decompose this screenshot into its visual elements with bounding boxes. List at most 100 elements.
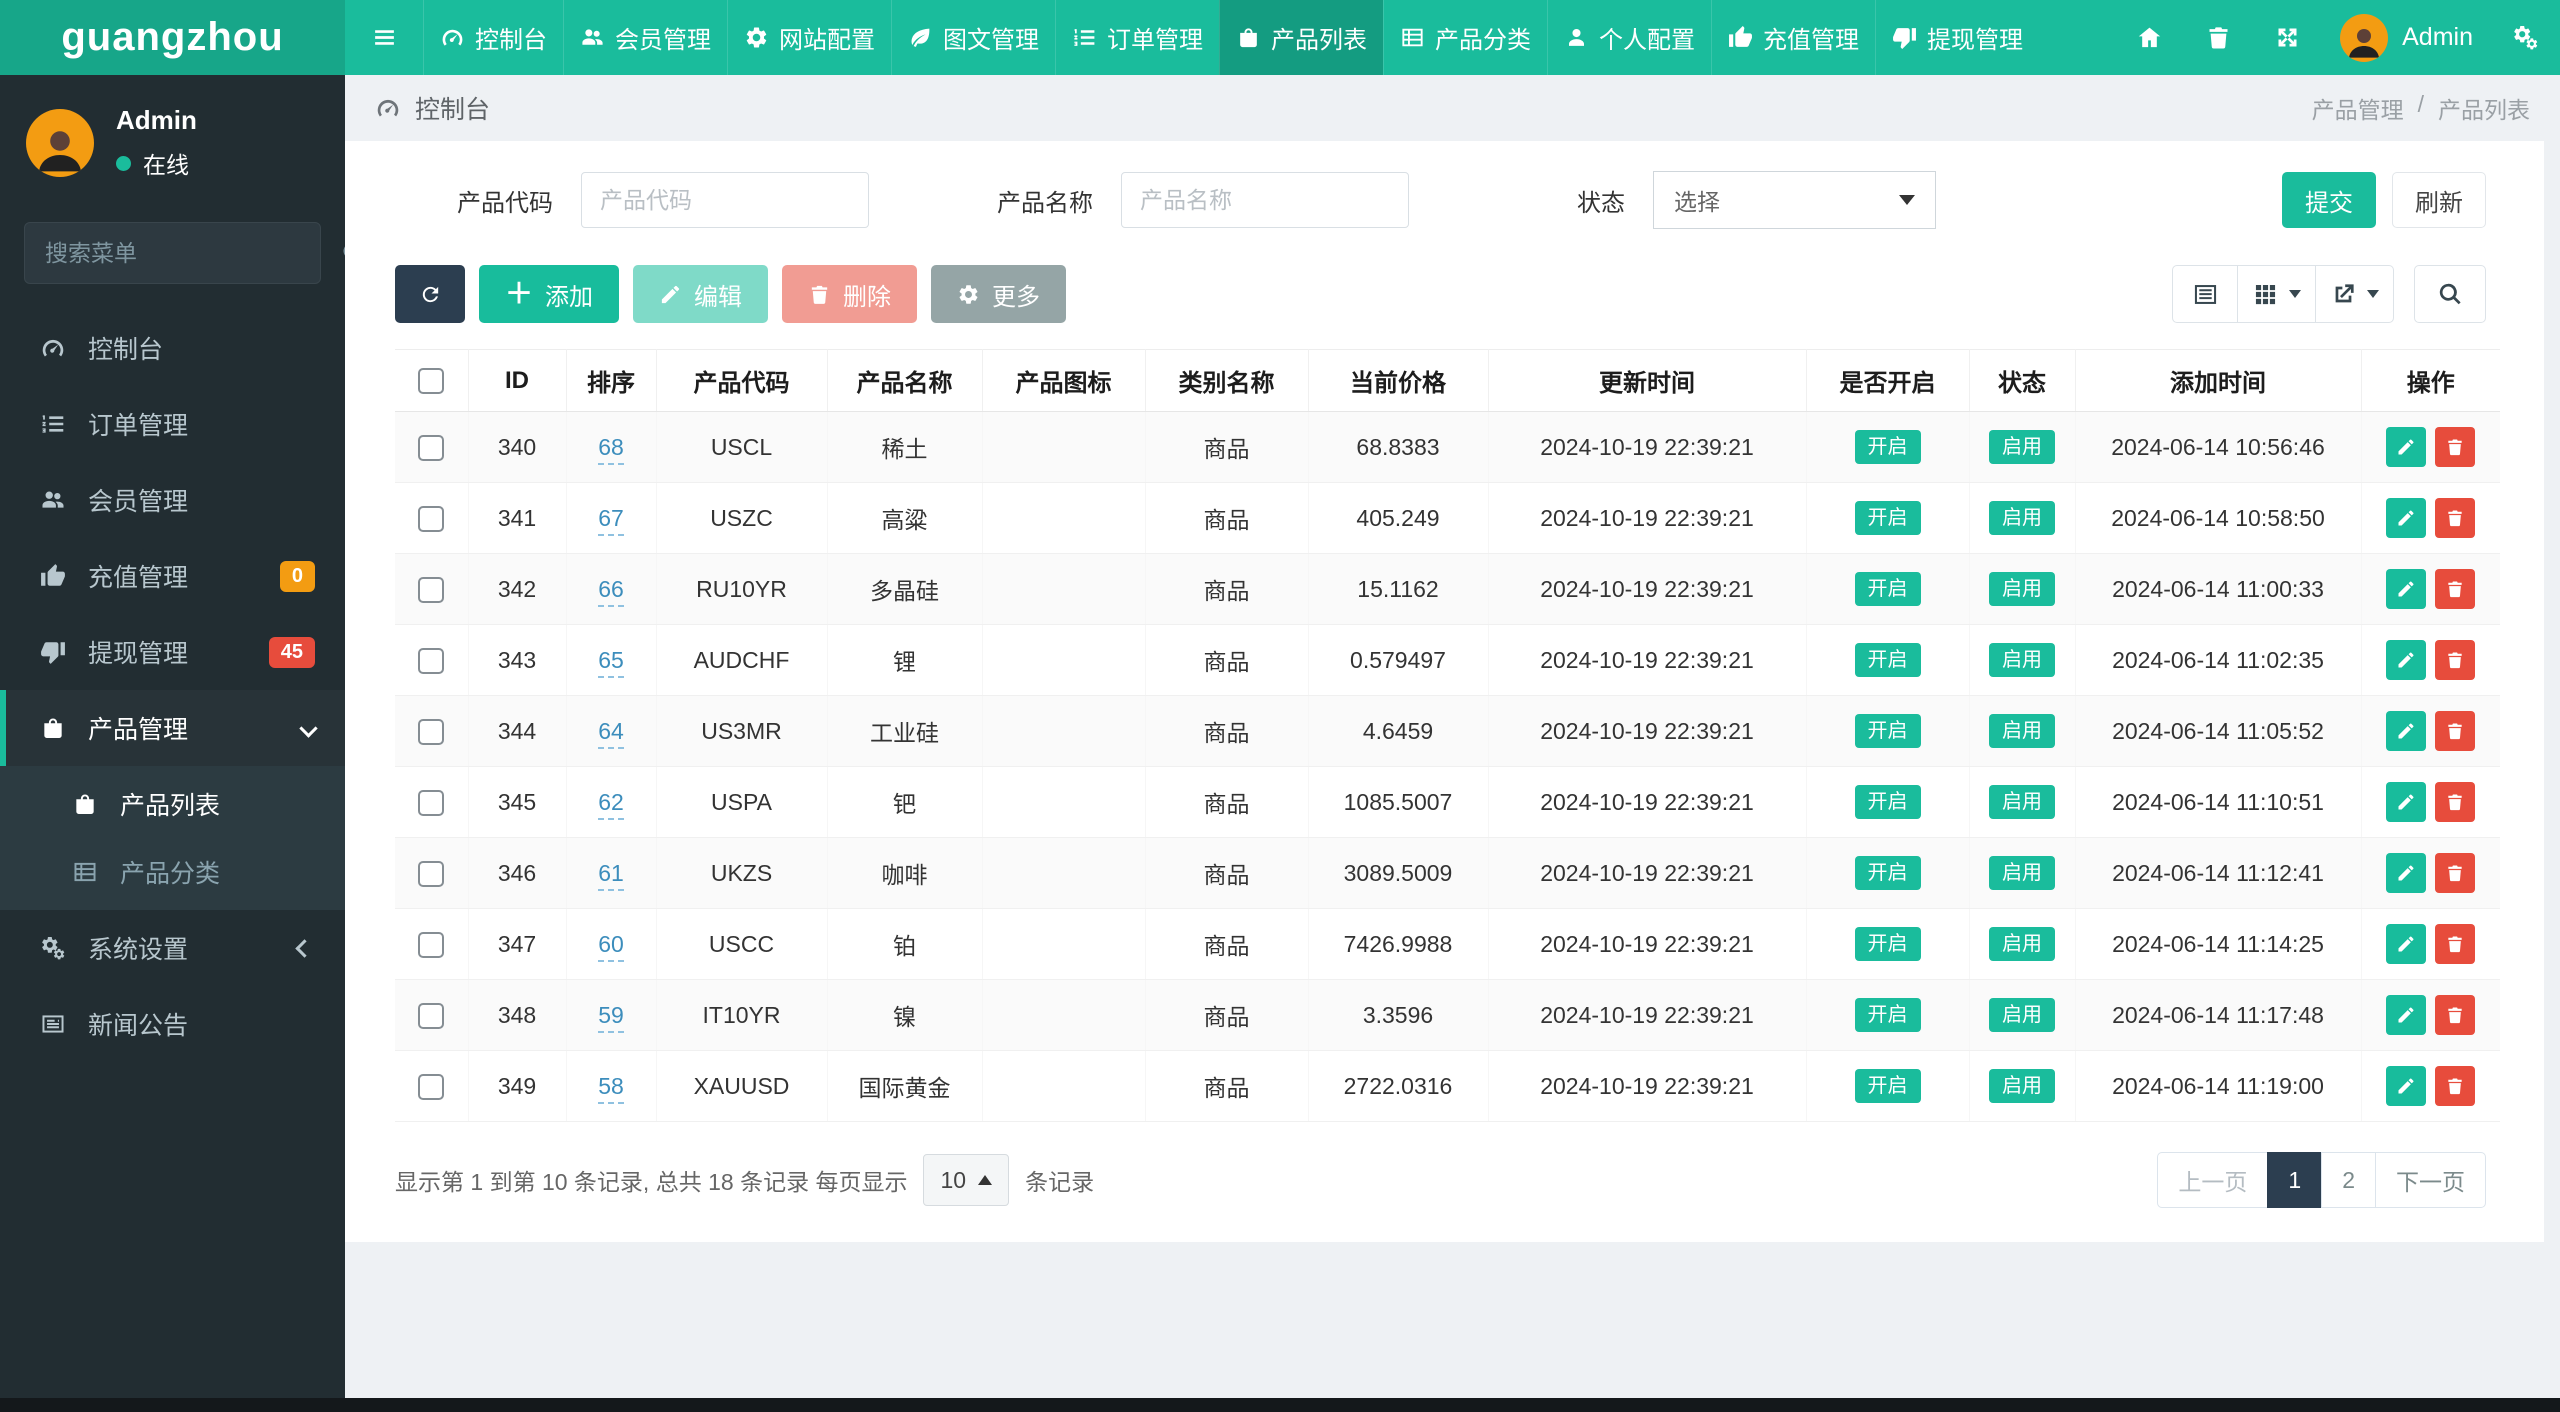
sort-link[interactable]: 60 [598, 930, 624, 962]
row-edit-button[interactable] [2386, 640, 2427, 680]
sidebar-item-system[interactable]: 系统设置 [0, 910, 345, 986]
row-checkbox[interactable] [418, 1073, 445, 1100]
row-edit-button[interactable] [2386, 782, 2427, 822]
delete-button[interactable]: 删除 [782, 265, 918, 323]
col-header-name[interactable]: 产品名称 [827, 349, 983, 412]
nav-item-profile[interactable]: 个人配置 [1547, 0, 1711, 75]
row-edit-button[interactable] [2386, 569, 2427, 609]
sidebar-toggle-button[interactable] [345, 0, 423, 75]
row-checkbox[interactable] [418, 576, 445, 603]
prev-page-button[interactable]: 上一页 [2157, 1152, 2269, 1208]
row-edit-button[interactable] [2386, 427, 2427, 467]
row-checkbox[interactable] [418, 789, 445, 816]
col-header-category[interactable]: 类别名称 [1145, 349, 1309, 412]
row-edit-button[interactable] [2386, 995, 2427, 1035]
sort-link[interactable]: 65 [598, 646, 624, 678]
col-header-enabled[interactable]: 是否开启 [1806, 349, 1970, 412]
sort-link[interactable]: 67 [598, 504, 624, 536]
settings-button[interactable] [2491, 0, 2560, 75]
col-header-code[interactable]: 产品代码 [656, 349, 828, 412]
sort-link[interactable]: 66 [598, 575, 624, 607]
enabled-badge[interactable]: 开启 [1854, 998, 1921, 1032]
page-button-2[interactable]: 2 [2321, 1152, 2376, 1208]
status-select[interactable]: 选择 [1653, 171, 1936, 229]
refresh-table-button[interactable] [395, 265, 465, 323]
col-header-sort[interactable]: 排序 [566, 349, 657, 412]
next-page-button[interactable]: 下一页 [2375, 1152, 2486, 1208]
row-checkbox[interactable] [418, 1002, 445, 1029]
enabled-badge[interactable]: 开启 [1854, 501, 1921, 535]
nav-item-members[interactable]: 会员管理 [563, 0, 727, 75]
col-header-updated[interactable]: 更新时间 [1488, 349, 1807, 412]
row-edit-button[interactable] [2386, 924, 2427, 964]
enabled-badge[interactable]: 开启 [1854, 1069, 1921, 1103]
row-delete-button[interactable] [2435, 569, 2476, 609]
sort-link[interactable]: 59 [598, 1001, 624, 1033]
breadcrumb[interactable]: 控制台 [375, 90, 490, 126]
sort-link[interactable]: 64 [598, 717, 624, 749]
page-button-1[interactable]: 1 [2267, 1152, 2323, 1208]
enabled-badge[interactable]: 开启 [1854, 430, 1921, 464]
sidebar-subitem-product-category[interactable]: 产品分类 [0, 838, 345, 906]
enabled-badge[interactable]: 开启 [1854, 643, 1921, 677]
sort-link[interactable]: 68 [598, 433, 624, 465]
sidebar-subitem-product-list[interactable]: 产品列表 [0, 770, 345, 838]
enabled-badge[interactable]: 开启 [1854, 572, 1921, 606]
sidebar-item-recharge[interactable]: 充值管理 0 [0, 538, 345, 614]
sidebar-item-withdraw[interactable]: 提现管理 45 [0, 614, 345, 690]
edit-button[interactable]: 编辑 [633, 265, 769, 323]
submit-button[interactable]: 提交 [2282, 172, 2376, 228]
col-header-price[interactable]: 当前价格 [1308, 349, 1489, 412]
nav-item-product-list[interactable]: 产品列表 [1219, 0, 1383, 75]
row-delete-button[interactable] [2435, 995, 2476, 1035]
breadcrumb-current[interactable]: 产品列表 [2438, 91, 2530, 125]
row-checkbox[interactable] [418, 434, 445, 461]
nav-item-site-config[interactable]: 网站配置 [727, 0, 891, 75]
row-delete-button[interactable] [2435, 498, 2476, 538]
clear-cache-button[interactable] [2184, 0, 2253, 75]
nav-item-dashboard[interactable]: 控制台 [423, 0, 563, 75]
sidebar-item-dashboard[interactable]: 控制台 [0, 310, 345, 386]
enabled-badge[interactable]: 开启 [1854, 714, 1921, 748]
home-button[interactable] [2115, 0, 2184, 75]
sort-link[interactable]: 62 [598, 788, 624, 820]
app-logo[interactable]: guangzhou [0, 0, 345, 75]
nav-item-withdraw[interactable]: 提现管理 [1875, 0, 2039, 75]
nav-item-product-category[interactable]: 产品分类 [1383, 0, 1547, 75]
user-menu[interactable]: Admin [2322, 13, 2491, 62]
sort-link[interactable]: 61 [598, 859, 624, 891]
page-size-select[interactable]: 10 [923, 1154, 1010, 1206]
row-edit-button[interactable] [2386, 498, 2427, 538]
col-header-icon[interactable]: 产品图标 [982, 349, 1146, 412]
refresh-button[interactable]: 刷新 [2392, 172, 2486, 228]
product-name-input[interactable] [1121, 172, 1409, 228]
sidebar-item-orders[interactable]: 订单管理 [0, 386, 345, 462]
fullscreen-button[interactable] [2253, 0, 2322, 75]
row-delete-button[interactable] [2435, 782, 2476, 822]
col-header-added[interactable]: 添加时间 [2075, 349, 2362, 412]
add-button[interactable]: ＋ 添加 [479, 265, 620, 323]
row-edit-button[interactable] [2386, 1066, 2427, 1106]
columns-button[interactable] [2237, 265, 2316, 323]
sort-link[interactable]: 58 [598, 1072, 624, 1104]
row-checkbox[interactable] [418, 505, 445, 532]
enabled-badge[interactable]: 开启 [1854, 927, 1921, 961]
sidebar-item-members[interactable]: 会员管理 [0, 462, 345, 538]
enabled-badge[interactable]: 开启 [1854, 856, 1921, 890]
row-delete-button[interactable] [2435, 853, 2476, 893]
nav-item-recharge[interactable]: 充值管理 [1711, 0, 1875, 75]
table-search-button[interactable] [2414, 265, 2486, 323]
row-edit-button[interactable] [2386, 853, 2427, 893]
sidebar-item-products[interactable]: 产品管理 [0, 690, 345, 766]
row-delete-button[interactable] [2435, 924, 2476, 964]
sidebar-item-news[interactable]: 新闻公告 [0, 986, 345, 1062]
row-checkbox[interactable] [418, 647, 445, 674]
col-header-status[interactable]: 状态 [1969, 349, 2076, 412]
row-checkbox[interactable] [418, 931, 445, 958]
menu-search-input[interactable] [45, 239, 341, 267]
row-delete-button[interactable] [2435, 711, 2476, 751]
row-delete-button[interactable] [2435, 640, 2476, 680]
row-delete-button[interactable] [2435, 1066, 2476, 1106]
col-header-id[interactable]: ID [468, 349, 567, 412]
row-checkbox[interactable] [418, 718, 445, 745]
